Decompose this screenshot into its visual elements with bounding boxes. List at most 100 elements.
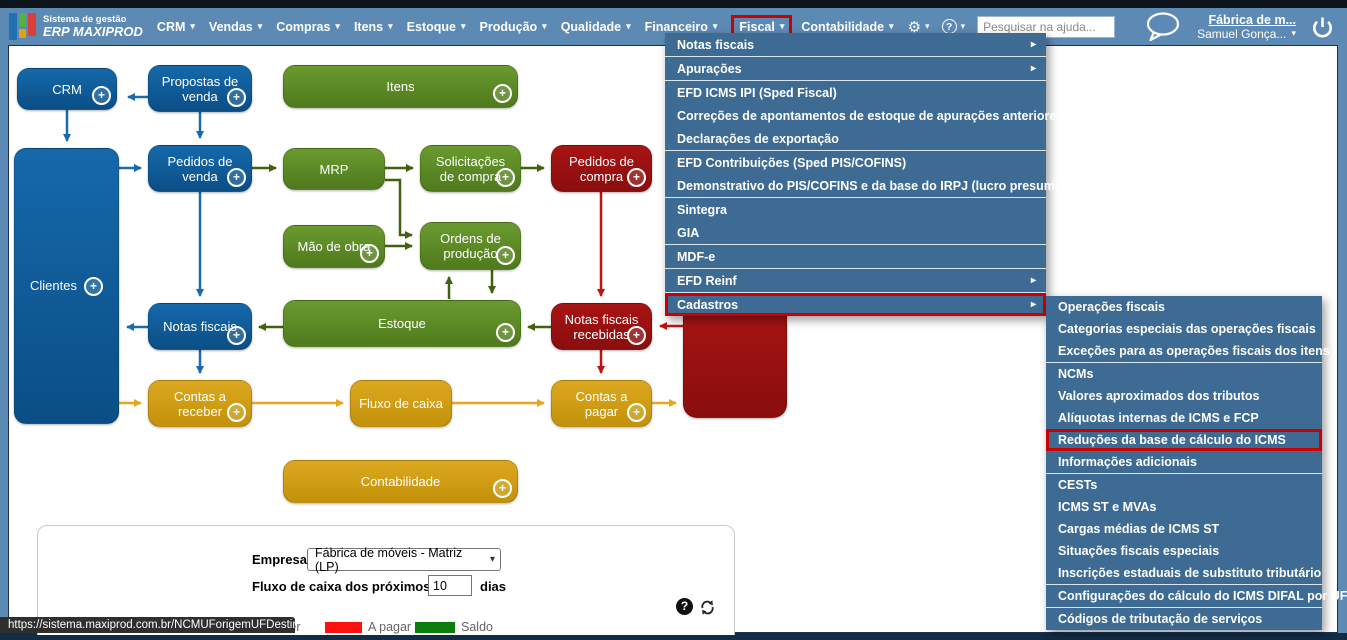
nav-item-estoque[interactable]: Estoque ▾ bbox=[407, 20, 466, 34]
menu-item-label: CESTs bbox=[1058, 478, 1098, 492]
fiscal-menu-item-efd-reinf[interactable]: EFD Reinf ▸ bbox=[665, 269, 1046, 293]
dias-input[interactable] bbox=[428, 575, 472, 596]
cadastros-menu-item-cargas-medias-de-icms-st[interactable]: Cargas médias de ICMS ST bbox=[1046, 518, 1322, 540]
app-logo[interactable]: Sistema de gestão ERP MAXIPROD bbox=[9, 13, 143, 40]
chevron-down-icon: ▾ bbox=[960, 21, 966, 31]
add-button[interactable]: + bbox=[496, 246, 515, 265]
question-icon: ? bbox=[941, 19, 957, 34]
fiscal-menu-item-correcoes-de-apontamentos-de-estoque-de-apuracoes-anteriores[interactable]: Correções de apontamentos de estoque de … bbox=[665, 104, 1063, 127]
nav-item-vendas[interactable]: Vendas ▾ bbox=[209, 20, 262, 34]
flow-box-mrp[interactable]: MRP bbox=[283, 148, 385, 190]
add-button[interactable]: + bbox=[496, 323, 515, 342]
menu-item-label: Alíquotas internas de ICMS e FCP bbox=[1058, 411, 1259, 425]
flow-box-mao-de-obra[interactable]: Mão de obra + bbox=[283, 225, 385, 268]
nav-item-producao[interactable]: Produção ▾ bbox=[480, 20, 547, 34]
nav-item-label: Contabilidade bbox=[801, 19, 885, 34]
fiscal-menu-item-notas-fiscais[interactable]: Notas fiscais ▸ bbox=[665, 33, 1046, 57]
flow-box-pedidos-de-venda[interactable]: Pedidos de venda + bbox=[148, 145, 252, 192]
chevron-down-icon: ▾ bbox=[257, 21, 263, 31]
flow-box-crm[interactable]: CRM + bbox=[17, 68, 117, 110]
menu-item-label: Reduções da base de cálculo do ICMS bbox=[1058, 433, 1286, 447]
cadastros-menu-item-categorias-especiais-das-operacoes-fiscais[interactable]: Categorias especiais das operações fisca… bbox=[1046, 318, 1322, 340]
window-top-strip bbox=[0, 0, 1347, 8]
fiscal-menu-item-demonstrativo-do-pis-cofins-e-da-base-do-irpj-lucro-presumido[interactable]: Demonstrativo do PIS/COFINS e da base do… bbox=[665, 174, 1078, 198]
flow-box-contas-a-pagar[interactable]: Contas a pagar + bbox=[551, 380, 652, 427]
flow-box-clientes[interactable]: Clientes + bbox=[14, 148, 119, 424]
nav-item-contabilidade[interactable]: Contabilidade ▾ bbox=[801, 20, 893, 34]
add-button[interactable]: + bbox=[227, 403, 246, 422]
flow-box-itens[interactable]: Itens + bbox=[283, 65, 518, 108]
cadastros-menu-item-configuracoes-do-calculo-do-icms-difal-por-uf[interactable]: Configurações do cálculo do ICMS DIFAL p… bbox=[1046, 585, 1347, 608]
menu-item-label: Correções de apontamentos de estoque de … bbox=[677, 108, 1064, 123]
cadastros-menu-item-inscricoes-estaduais-de-substituto-tributario[interactable]: Inscrições estaduais de substituto tribu… bbox=[1046, 562, 1322, 585]
add-button[interactable]: + bbox=[92, 86, 111, 105]
add-button[interactable]: + bbox=[227, 326, 246, 345]
nav-item-itens[interactable]: Itens ▾ bbox=[354, 20, 393, 34]
chevron-down-icon: ▾ bbox=[489, 554, 495, 565]
nav-item-compras[interactable]: Compras ▾ bbox=[276, 20, 340, 34]
flow-box-solicitacoes-de-compra[interactable]: Solicitações de compra + bbox=[420, 145, 521, 192]
cadastros-menu-item-informacoes-adicionais[interactable]: Informações adicionais bbox=[1046, 451, 1322, 474]
chevron-down-icon: ▾ bbox=[542, 21, 547, 31]
add-button[interactable]: + bbox=[496, 168, 515, 187]
add-button[interactable]: + bbox=[627, 403, 646, 422]
flow-box-notas-fiscais[interactable]: Notas fiscais + bbox=[148, 303, 252, 350]
empresa-select[interactable]: Fábrica de móveis - Matriz (LP) ▾ bbox=[307, 545, 501, 574]
add-button[interactable]: + bbox=[493, 479, 512, 498]
cadastros-menu-item-codigos-de-tributacao-de-servicos[interactable]: Códigos de tributação de serviços bbox=[1046, 608, 1322, 630]
flow-box-label: Itens bbox=[386, 79, 415, 94]
add-button[interactable]: + bbox=[227, 168, 246, 187]
fiscal-menu-item-cadastros[interactable]: Cadastros ▸ bbox=[665, 293, 1046, 316]
flow-box-contabilidade[interactable]: Contabilidade + bbox=[283, 460, 518, 503]
chevron-down-icon: ▾ bbox=[335, 21, 340, 31]
add-button[interactable]: + bbox=[227, 88, 246, 107]
nav-item-crm[interactable]: CRM ▾ bbox=[157, 20, 195, 34]
fiscal-menu-item-declaracoes-de-exportacao[interactable]: Declarações de exportação bbox=[665, 127, 1046, 151]
add-button[interactable]: + bbox=[627, 168, 646, 187]
flow-box-propostas-de-venda[interactable]: Propostas de venda + bbox=[148, 65, 252, 112]
menu-item-label: Apurações bbox=[677, 61, 742, 76]
cadastros-menu-item-excecoes-para-as-operacoes-fiscais-dos-itens[interactable]: Exceções para as operações fiscais dos i… bbox=[1046, 340, 1330, 363]
flow-box-estoque[interactable]: Estoque + bbox=[283, 300, 521, 347]
cadastros-menu-item-aliquotas-internas-de-icms-e-fcp[interactable]: Alíquotas internas de ICMS e FCP bbox=[1046, 407, 1322, 429]
user-name: Samuel Gonça... bbox=[1197, 26, 1287, 41]
flow-box-partially-hidden[interactable] bbox=[683, 303, 787, 418]
fiscal-menu-item-gia[interactable]: GIA bbox=[665, 221, 1046, 245]
nav-item-financeiro[interactable]: Financeiro ▾ bbox=[645, 20, 718, 34]
company-link[interactable]: Fábrica de m... bbox=[1208, 13, 1296, 27]
add-button[interactable]: + bbox=[627, 326, 646, 345]
cadastros-menu-item-icms-st-e-mvas[interactable]: ICMS ST e MVAs bbox=[1046, 496, 1322, 518]
flow-box-contas-a-receber[interactable]: Contas a receber + bbox=[148, 380, 252, 427]
flow-box-pedidos-de-compra[interactable]: Pedidos de compra + bbox=[551, 145, 652, 192]
flow-box-fluxo-de-caixa[interactable]: Fluxo de caixa bbox=[350, 380, 452, 427]
add-button[interactable]: + bbox=[360, 244, 379, 263]
empresa-selected-value: Fábrica de móveis - Matriz (LP) bbox=[315, 545, 463, 574]
flow-box-label: MRP bbox=[319, 161, 349, 177]
help-icon[interactable]: ? bbox=[676, 598, 693, 615]
flow-box-notas-fiscais-recebidas[interactable]: Notas fiscais recebidas + bbox=[551, 303, 652, 350]
user-menu[interactable]: Samuel Gonça... ▾ bbox=[1197, 27, 1296, 41]
fiscal-menu-item-apuracoes[interactable]: Apurações ▸ bbox=[665, 57, 1046, 81]
cadastros-menu-item-operacoes-fiscais[interactable]: Operações fiscais bbox=[1046, 296, 1322, 318]
menu-item-label: Notas fiscais bbox=[677, 37, 755, 52]
help-menu[interactable]: ? ▾ bbox=[941, 19, 966, 34]
power-icon[interactable] bbox=[1310, 14, 1335, 40]
chat-icon[interactable] bbox=[1143, 11, 1183, 42]
cadastros-menu-item-reducoes-da-base-de-calculo-do-icms[interactable]: Reduções da base de cálculo do ICMS bbox=[1046, 429, 1322, 451]
cadastros-menu-item-situacoes-fiscais-especiais[interactable]: Situações fiscais especiais bbox=[1046, 540, 1322, 562]
nav-item-qualidade[interactable]: Qualidade ▾ bbox=[561, 20, 631, 34]
submenu-arrow-icon: ▸ bbox=[1030, 299, 1036, 310]
menu-item-label: Inscrições estaduais de substituto tribu… bbox=[1058, 566, 1322, 580]
add-button[interactable]: + bbox=[493, 84, 512, 103]
fiscal-menu-item-mdf-e[interactable]: MDF-e bbox=[665, 245, 1046, 269]
fiscal-menu-item-efd-icms-ipi-sped-fiscal[interactable]: EFD ICMS IPI (Sped Fiscal) bbox=[665, 81, 1046, 104]
add-button[interactable]: + bbox=[83, 276, 103, 296]
fiscal-menu-item-sintegra[interactable]: Sintegra bbox=[665, 198, 1046, 221]
cadastros-menu-item-valores-aproximados-dos-tributos[interactable]: Valores aproximados dos tributos bbox=[1046, 385, 1322, 407]
fiscal-menu-item-efd-contribuicoes-sped-pis-cofins[interactable]: EFD Contribuições (Sped PIS/COFINS) bbox=[665, 151, 1046, 174]
refresh-icon[interactable] bbox=[699, 599, 716, 616]
flow-box-ordens-de-producao[interactable]: Ordens de produção + bbox=[420, 222, 521, 270]
cadastros-menu-item-cests[interactable]: CESTs bbox=[1046, 474, 1322, 496]
cadastros-menu-item-ncms[interactable]: NCMs bbox=[1046, 363, 1322, 385]
fiscal-dropdown-menu: Notas fiscais ▸ Apurações ▸ EFD ICMS IPI (Sp… bbox=[665, 33, 1078, 316]
